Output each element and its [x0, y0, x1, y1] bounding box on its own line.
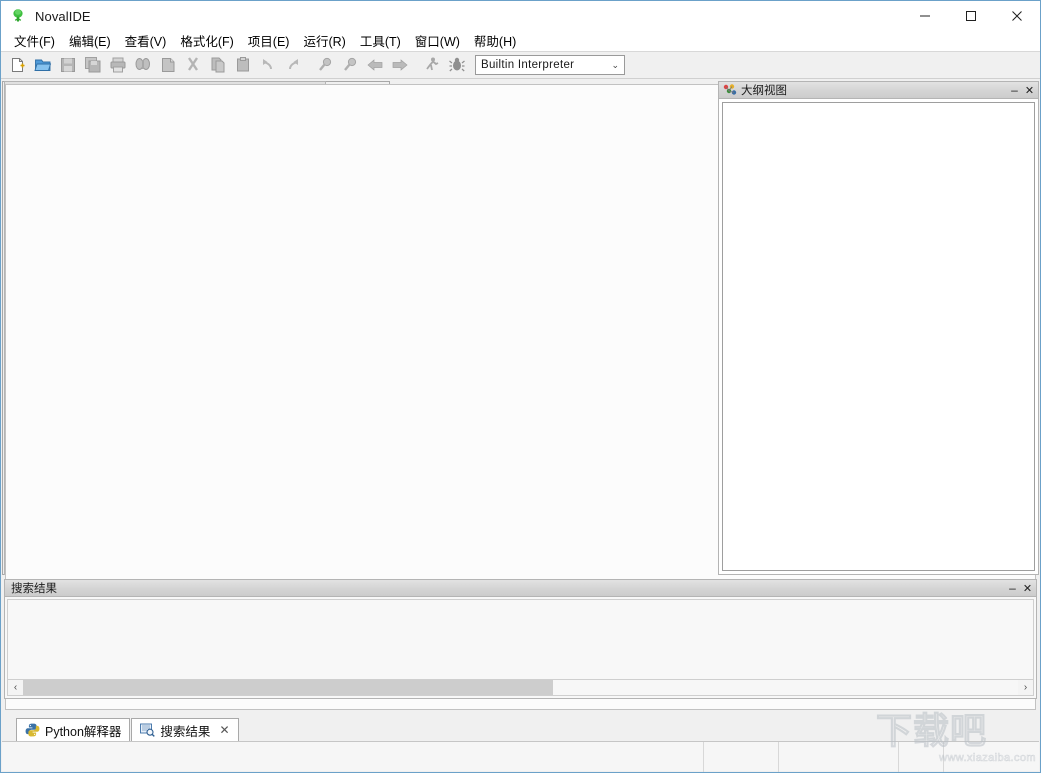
interpreter-value: Builtin Interpreter [481, 59, 575, 71]
menu-format[interactable]: 格式化(F) [173, 29, 240, 53]
outline-panel-title: 大纲视图 [741, 85, 787, 97]
outline-view-icon [723, 83, 737, 97]
menu-tools[interactable]: 工具(T) [353, 29, 408, 53]
search-results-list[interactable] [7, 599, 1034, 680]
application-window: NovalIDE 文件(F) 编辑(E) 查看(V) 格式化(F) 项目(E) … [0, 0, 1041, 773]
close-button[interactable] [994, 1, 1040, 31]
title-bar-left: NovalIDE [1, 8, 91, 24]
tab-close-icon[interactable]: ✕ [219, 723, 229, 737]
status-message [2, 741, 704, 772]
save-icon[interactable] [55, 53, 80, 77]
status-cell-4 [944, 742, 1039, 772]
editor-area [2, 81, 1036, 710]
tab-search-results[interactable]: 搜索结果 ✕ [131, 718, 239, 741]
zoom-in-icon[interactable] [312, 53, 337, 77]
toolbar: Builtin Interpreter ⌄ [1, 52, 1040, 79]
search-horizontal-scrollbar[interactable]: ‹ › [7, 679, 1034, 696]
status-cell-3 [899, 741, 944, 772]
run-icon[interactable] [419, 53, 444, 77]
status-cell-2 [779, 741, 899, 772]
copy-icon[interactable] [205, 53, 230, 77]
undo-icon[interactable] [255, 53, 280, 77]
search-panel-close-icon[interactable]: ✕ [1021, 581, 1034, 595]
scroll-right-icon[interactable]: › [1018, 680, 1033, 695]
scrollbar-track[interactable] [23, 680, 1018, 695]
menu-bar: 文件(F) 编辑(E) 查看(V) 格式化(F) 项目(E) 运行(R) 工具(… [1, 31, 1040, 52]
tab-python-interpreter[interactable]: Python解释器 [16, 718, 131, 741]
maximize-button[interactable] [948, 1, 994, 31]
title-bar: NovalIDE [1, 1, 1040, 31]
forward-icon[interactable] [387, 53, 412, 77]
menu-run[interactable]: 运行(R) [296, 29, 352, 53]
cut-icon[interactable] [180, 53, 205, 77]
menu-help[interactable]: 帮助(H) [467, 29, 523, 53]
menu-window[interactable]: 窗口(W) [408, 29, 467, 53]
outline-panel-close-icon[interactable]: ✕ [1023, 83, 1036, 97]
search-panel-header: 搜索结果 – ✕ [4, 579, 1037, 596]
menu-edit[interactable]: 编辑(E) [62, 29, 118, 53]
debug-icon[interactable] [444, 53, 469, 77]
minimize-button[interactable] [902, 1, 948, 31]
interpreter-select[interactable]: Builtin Interpreter ⌄ [475, 55, 625, 75]
paste-icon[interactable] [230, 53, 255, 77]
open-file-icon[interactable] [30, 53, 55, 77]
redo-icon[interactable] [280, 53, 305, 77]
toolbar-separator-2 [412, 53, 419, 77]
bottom-tab-strip: Python解释器 搜索结果 ✕ [2, 714, 1039, 741]
print-icon[interactable] [105, 53, 130, 77]
search-results-panel: 搜索结果 – ✕ ‹ › [4, 579, 1037, 699]
window-title: NovalIDE [35, 8, 91, 24]
tab-label: Python解释器 [45, 724, 122, 739]
status-cell-1 [704, 741, 779, 772]
tree-icon [10, 8, 26, 24]
search-results-icon [140, 723, 156, 737]
save-all-icon[interactable] [80, 53, 105, 77]
tab-label: 搜索结果 [160, 724, 211, 739]
zoom-out-icon[interactable] [337, 53, 362, 77]
find-icon[interactable] [130, 53, 155, 77]
outline-panel-minimize-button[interactable]: – [1008, 83, 1021, 97]
scrollbar-thumb[interactable] [23, 680, 553, 695]
scroll-left-icon[interactable]: ‹ [8, 680, 23, 695]
outline-panel-header: 大纲视图 – ✕ [718, 81, 1039, 98]
chevron-down-icon: ⌄ [611, 59, 619, 70]
menu-file[interactable]: 文件(F) [7, 29, 62, 53]
outline-tree[interactable] [722, 102, 1035, 571]
search-panel-minimize-button[interactable]: – [1006, 581, 1019, 595]
search-panel-title: 搜索结果 [11, 583, 57, 595]
new-file-icon[interactable] [5, 53, 30, 77]
window-controls [902, 1, 1040, 31]
search-panel-body: ‹ › [4, 596, 1037, 699]
status-bar [2, 741, 1039, 772]
outline-panel-body [718, 98, 1039, 575]
back-icon[interactable] [362, 53, 387, 77]
main-workspace: 项目/资源视图 – ✕ 本地磁盘 (C:) ⌄ [2, 81, 1039, 713]
replace-icon[interactable] [155, 53, 180, 77]
toolbar-separator [305, 53, 312, 77]
menu-project[interactable]: 项目(E) [241, 29, 297, 53]
outline-panel: 大纲视图 – ✕ [718, 81, 1039, 575]
menu-view[interactable]: 查看(V) [118, 29, 174, 53]
python-icon [25, 723, 40, 737]
